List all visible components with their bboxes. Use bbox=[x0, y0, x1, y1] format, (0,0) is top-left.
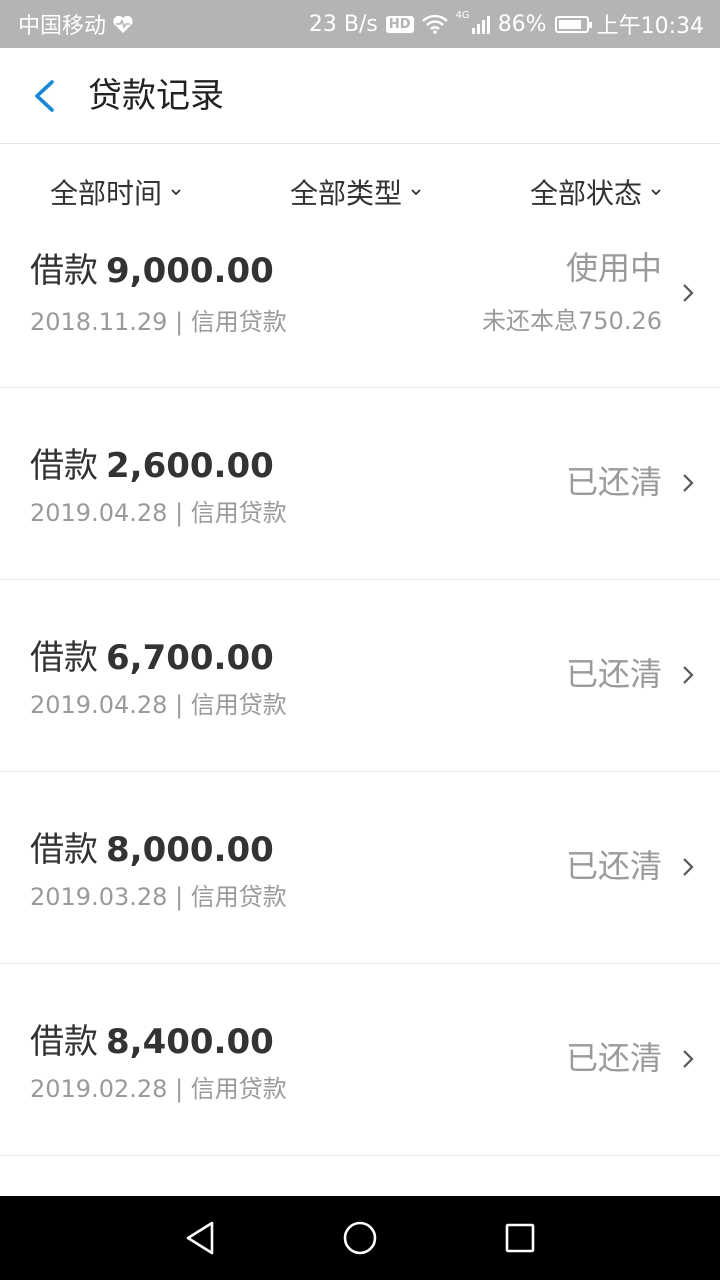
wifi-icon bbox=[421, 14, 448, 34]
loan-row[interactable]: 借款 9,000.00 2018.11.29 | 信用贷款 使用中 未还本息750… bbox=[0, 191, 720, 388]
square-recents-icon bbox=[505, 1223, 535, 1253]
nav-back-button[interactable] bbox=[160, 1196, 240, 1280]
loan-meta: 2019.02.28 | 信用贷款 bbox=[30, 1069, 287, 1104]
carrier-label: 中国移动 bbox=[18, 14, 107, 39]
loan-prefix: 借款 bbox=[30, 830, 98, 870]
loan-row[interactable]: 借款 8,000.00 2019.03.28 | 信用贷款 已还清 bbox=[0, 772, 720, 964]
loan-row[interactable]: 借款 6,700.00 2019.04.28 | 信用贷款 已还清 bbox=[0, 580, 720, 772]
battery-fill bbox=[558, 19, 581, 29]
chevron-right-icon bbox=[683, 858, 694, 876]
loan-status: 已还清 bbox=[565, 655, 662, 693]
chevron-right-icon bbox=[683, 474, 694, 492]
loan-amount: 借款 8,000.00 bbox=[30, 822, 274, 871]
loan-remaining: 未还本息750.26 bbox=[482, 307, 662, 335]
loan-separator: | bbox=[175, 691, 184, 719]
loan-separator: | bbox=[175, 1075, 184, 1103]
loan-prefix: 借款 bbox=[30, 251, 98, 291]
loan-amount-value: 8,400.00 bbox=[106, 1022, 274, 1062]
battery-icon bbox=[554, 15, 592, 33]
loan-date: 2019.02.28 bbox=[30, 1075, 168, 1103]
loan-meta: 2019.04.28 | 信用贷款 bbox=[30, 493, 287, 528]
loan-prefix: 借款 bbox=[30, 638, 98, 678]
loan-separator: | bbox=[175, 883, 184, 911]
back-button[interactable] bbox=[20, 70, 68, 122]
hd-badge: HD bbox=[385, 15, 414, 33]
loan-amount: 借款 6,700.00 bbox=[30, 630, 274, 679]
network-type-label: 4G bbox=[455, 10, 470, 21]
loan-amount: 借款 9,000.00 bbox=[30, 243, 274, 292]
loan-prefix: 借款 bbox=[30, 1022, 98, 1062]
app-header: 贷款记录 bbox=[0, 48, 720, 144]
loan-category: 信用贷款 bbox=[190, 1075, 287, 1103]
loan-category: 信用贷款 bbox=[190, 691, 287, 719]
battery-percent-label: 86% bbox=[497, 11, 547, 37]
loan-date: 2019.03.28 bbox=[30, 883, 168, 911]
loan-amount-value: 9,000.00 bbox=[106, 251, 274, 291]
loan-category: 信用贷款 bbox=[190, 308, 287, 336]
triangle-back-icon bbox=[186, 1221, 214, 1255]
loan-separator: | bbox=[175, 308, 184, 336]
nav-recents-button[interactable] bbox=[480, 1196, 560, 1280]
loan-amount-value: 2,600.00 bbox=[106, 446, 274, 486]
chevron-left-icon bbox=[35, 80, 54, 112]
loan-status: 已还清 bbox=[565, 1039, 662, 1077]
loan-meta: 2019.03.28 | 信用贷款 bbox=[30, 877, 287, 912]
page-title: 贷款记录 bbox=[88, 76, 224, 116]
nav-home-button[interactable] bbox=[320, 1196, 400, 1280]
chevron-right-icon bbox=[683, 666, 694, 684]
loan-row[interactable]: 借款 8,400.00 2019.02.28 | 信用贷款 已还清 bbox=[0, 964, 720, 1156]
loan-prefix: 借款 bbox=[30, 446, 98, 486]
loan-separator: | bbox=[175, 499, 184, 527]
loan-status: 已还清 bbox=[565, 847, 662, 885]
chevron-right-icon bbox=[683, 1050, 694, 1068]
loan-amount: 借款 8,400.00 bbox=[30, 1014, 274, 1063]
chevron-right-icon bbox=[683, 284, 694, 302]
status-bar: 中国移动 23 B/s HD 4G 86% 上午10:34 bbox=[0, 0, 720, 48]
signal-icon bbox=[471, 14, 490, 34]
loan-amount-value: 8,000.00 bbox=[106, 830, 274, 870]
loan-meta: 2018.11.29 | 信用贷款 bbox=[30, 302, 287, 337]
loan-category: 信用贷款 bbox=[190, 883, 287, 911]
status-right: 23 B/s HD 4G 86% 上午10:34 bbox=[309, 0, 704, 48]
loan-row[interactable]: 借款 2,600.00 2019.04.28 | 信用贷款 已还清 bbox=[0, 388, 720, 580]
loan-date: 2019.04.28 bbox=[30, 499, 168, 527]
status-left: 中国移动 bbox=[18, 0, 134, 48]
clock-label: 上午10:34 bbox=[596, 14, 704, 39]
loan-date: 2019.04.28 bbox=[30, 691, 168, 719]
loan-status: 已还清 bbox=[565, 463, 662, 501]
circle-home-icon bbox=[343, 1221, 377, 1255]
loan-category: 信用贷款 bbox=[190, 499, 287, 527]
system-nav-bar bbox=[0, 1196, 720, 1280]
heart-pulse-icon bbox=[113, 15, 133, 34]
loan-date: 2018.11.29 bbox=[30, 308, 168, 336]
loan-meta: 2019.04.28 | 信用贷款 bbox=[30, 685, 287, 720]
net-speed-label: 23 B/s bbox=[308, 11, 378, 37]
loan-amount-value: 6,700.00 bbox=[106, 638, 274, 678]
loan-status: 使用中 bbox=[565, 249, 662, 287]
loan-amount: 借款 2,600.00 bbox=[30, 438, 274, 487]
